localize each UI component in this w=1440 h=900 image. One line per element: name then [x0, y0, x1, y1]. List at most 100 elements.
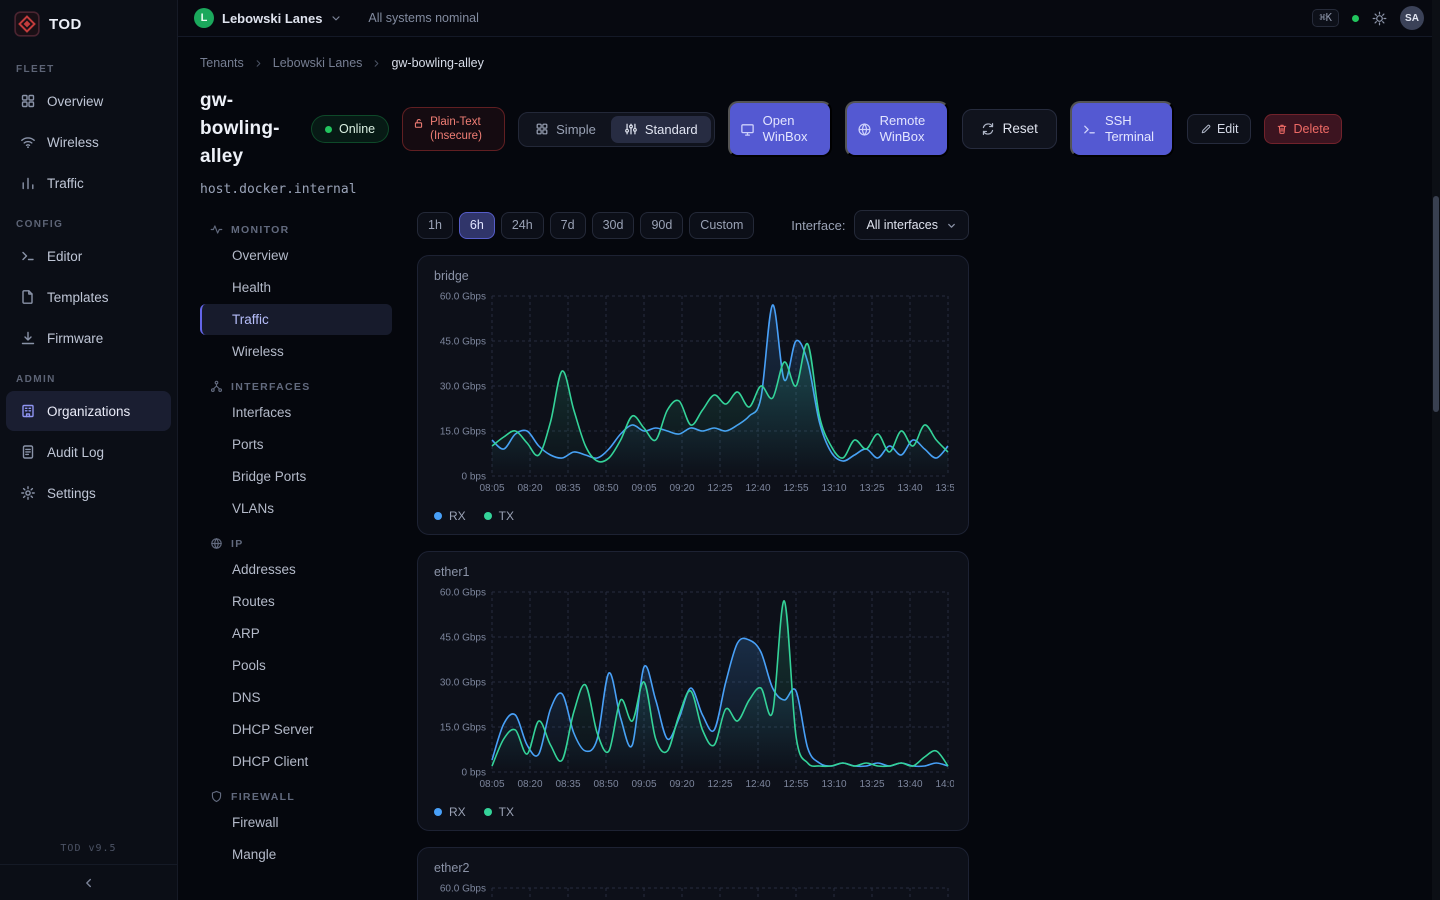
chart-legend: RXTX	[434, 509, 952, 523]
device-nav-item-arp[interactable]: ARP	[200, 618, 392, 649]
device-nav-item-routes[interactable]: Routes	[200, 586, 392, 617]
sidebar-item-label: Audit Log	[47, 445, 104, 460]
device-nav-item-mangle[interactable]: Mangle	[200, 839, 392, 870]
device-nav-item-wireless[interactable]: Wireless	[200, 336, 392, 367]
range-6h-button[interactable]: 6h	[459, 212, 495, 239]
terminal-icon	[20, 248, 36, 264]
app-root: TOD FLEETOverviewWirelessTrafficCONFIGEd…	[0, 0, 1440, 900]
sidebar-item-label: Organizations	[47, 404, 130, 419]
device-nav-item-dhcp-server[interactable]: DHCP Server	[200, 714, 392, 745]
sidebar-section-admin: ADMIN	[16, 374, 161, 385]
sidebar-item-firmware[interactable]: Firmware	[6, 318, 171, 358]
sidebar-item-label: Settings	[47, 486, 96, 501]
view-mode-standard[interactable]: Standard	[611, 116, 711, 143]
svg-text:08:35: 08:35	[555, 779, 580, 790]
device-nav-item-pools[interactable]: Pools	[200, 650, 392, 681]
legend-tx-dot-icon	[484, 808, 492, 816]
sliders-icon	[624, 122, 638, 136]
device-nav-item-dhcp-client[interactable]: DHCP Client	[200, 746, 392, 777]
ssh-terminal-button[interactable]: SSH Terminal	[1070, 101, 1174, 157]
tenant-selector[interactable]: L Lebowski Lanes	[194, 8, 342, 28]
svg-text:08:05: 08:05	[479, 779, 504, 790]
page-scrollbar-thumb[interactable]	[1433, 196, 1439, 412]
svg-text:14:00: 14:00	[935, 779, 954, 790]
svg-text:45.0 Gbps: 45.0 Gbps	[440, 337, 486, 348]
svg-text:09:05: 09:05	[631, 483, 656, 494]
sidebar-section-fleet: FLEET	[16, 64, 161, 75]
device-nav-item-addresses[interactable]: Addresses	[200, 554, 392, 585]
sidebar-nav: FLEETOverviewWirelessTrafficCONFIGEditor…	[0, 48, 177, 514]
sidebar-item-label: Overview	[47, 94, 103, 109]
page-title: gw-bowling-alley	[200, 87, 298, 171]
svg-text:12:40: 12:40	[745, 483, 770, 494]
range-24h-button[interactable]: 24h	[501, 212, 544, 239]
chart-title: ether1	[434, 565, 952, 579]
range-90d-button[interactable]: 90d	[640, 212, 683, 239]
view-mode-simple[interactable]: Simple	[522, 116, 609, 143]
device-nav-item-overview[interactable]: Overview	[200, 240, 392, 271]
chart-controls: 1h6h24h7d30d90dCustom Interface: All int…	[417, 210, 969, 240]
device-hostname: host.docker.internal	[200, 182, 1416, 197]
breadcrumb-item-gw-bowling-alley: gw-bowling-alley	[391, 56, 483, 70]
sidebar-item-wireless[interactable]: Wireless	[6, 122, 171, 162]
app-logo[interactable]: TOD	[0, 0, 177, 48]
traffic-chart-svg: 0 bps15.0 Gbps30.0 Gbps45.0 Gbps60.0 Gbp…	[434, 880, 954, 900]
sidebar-item-label: Editor	[47, 249, 82, 264]
grid-icon	[20, 93, 36, 109]
edit-button[interactable]: Edit	[1187, 114, 1252, 144]
theme-toggle-button[interactable]	[1372, 11, 1387, 26]
tod-logo-icon	[14, 11, 40, 37]
sidebar-collapse-button[interactable]	[0, 864, 177, 900]
chevron-right-icon	[253, 58, 264, 69]
user-avatar[interactable]: SA	[1400, 6, 1424, 30]
device-nav-item-bridge-ports[interactable]: Bridge Ports	[200, 461, 392, 492]
device-nav-item-health[interactable]: Health	[200, 272, 392, 303]
range-custom-button[interactable]: Custom	[689, 212, 754, 239]
remote-winbox-button[interactable]: Remote WinBox	[845, 101, 949, 157]
svg-text:45.0 Gbps: 45.0 Gbps	[440, 633, 486, 644]
svg-text:13:25: 13:25	[859, 779, 884, 790]
building-icon	[20, 403, 36, 419]
sidebar-item-settings[interactable]: Settings	[6, 473, 171, 513]
delete-button[interactable]: Delete	[1264, 114, 1341, 144]
command-palette-shortcut[interactable]: ⌘K	[1312, 9, 1339, 27]
refresh-icon	[981, 122, 995, 136]
range-30d-button[interactable]: 30d	[592, 212, 635, 239]
svg-text:08:20: 08:20	[517, 483, 542, 494]
wifi-icon	[20, 134, 36, 150]
sidebar-item-templates[interactable]: Templates	[6, 277, 171, 317]
range-1h-button[interactable]: 1h	[417, 212, 453, 239]
terminal-icon	[1082, 122, 1097, 137]
open-winbox-button[interactable]: Open WinBox	[728, 101, 832, 157]
device-nav-item-traffic[interactable]: Traffic	[200, 304, 392, 335]
download-icon	[20, 330, 36, 346]
device-nav-item-interfaces[interactable]: Interfaces	[200, 397, 392, 428]
svg-text:13:10: 13:10	[821, 483, 846, 494]
legend-tx-dot-icon	[484, 512, 492, 520]
sidebar-item-editor[interactable]: Editor	[6, 236, 171, 276]
tenant-name: Lebowski Lanes	[222, 11, 322, 26]
chart-card-ether2: ether20 bps15.0 Gbps30.0 Gbps45.0 Gbps60…	[417, 847, 969, 900]
pencil-icon	[1200, 123, 1212, 135]
sidebar-item-overview[interactable]: Overview	[6, 81, 171, 121]
device-nav-item-firewall[interactable]: Firewall	[200, 807, 392, 838]
device-header: gw-bowling-alley Online Plain-Text (Inse…	[200, 87, 1416, 171]
svg-text:08:05: 08:05	[479, 483, 504, 494]
sidebar-item-audit-log[interactable]: Audit Log	[6, 432, 171, 472]
breadcrumb-item-tenants[interactable]: Tenants	[200, 56, 244, 70]
device-nav-section-monitor: MONITOR	[210, 223, 392, 236]
breadcrumb-item-lebowski-lanes[interactable]: Lebowski Lanes	[273, 56, 363, 70]
sidebar-item-traffic[interactable]: Traffic	[6, 163, 171, 203]
interface-select[interactable]: All interfaces	[854, 210, 969, 240]
device-nav-item-vlans[interactable]: VLANs	[200, 493, 392, 524]
device-nav-item-dns[interactable]: DNS	[200, 682, 392, 713]
reset-button[interactable]: Reset	[962, 109, 1057, 149]
svg-text:13:10: 13:10	[821, 779, 846, 790]
breadcrumb: Tenants Lebowski Lanes gw-bowling-alley	[200, 56, 1416, 70]
range-7d-button[interactable]: 7d	[550, 212, 586, 239]
sidebar-item-organizations[interactable]: Organizations	[6, 391, 171, 431]
chevron-left-icon	[82, 876, 96, 890]
device-nav-item-ports[interactable]: Ports	[200, 429, 392, 460]
chart-legend: RXTX	[434, 805, 952, 819]
svg-text:60.0 Gbps: 60.0 Gbps	[440, 884, 486, 895]
